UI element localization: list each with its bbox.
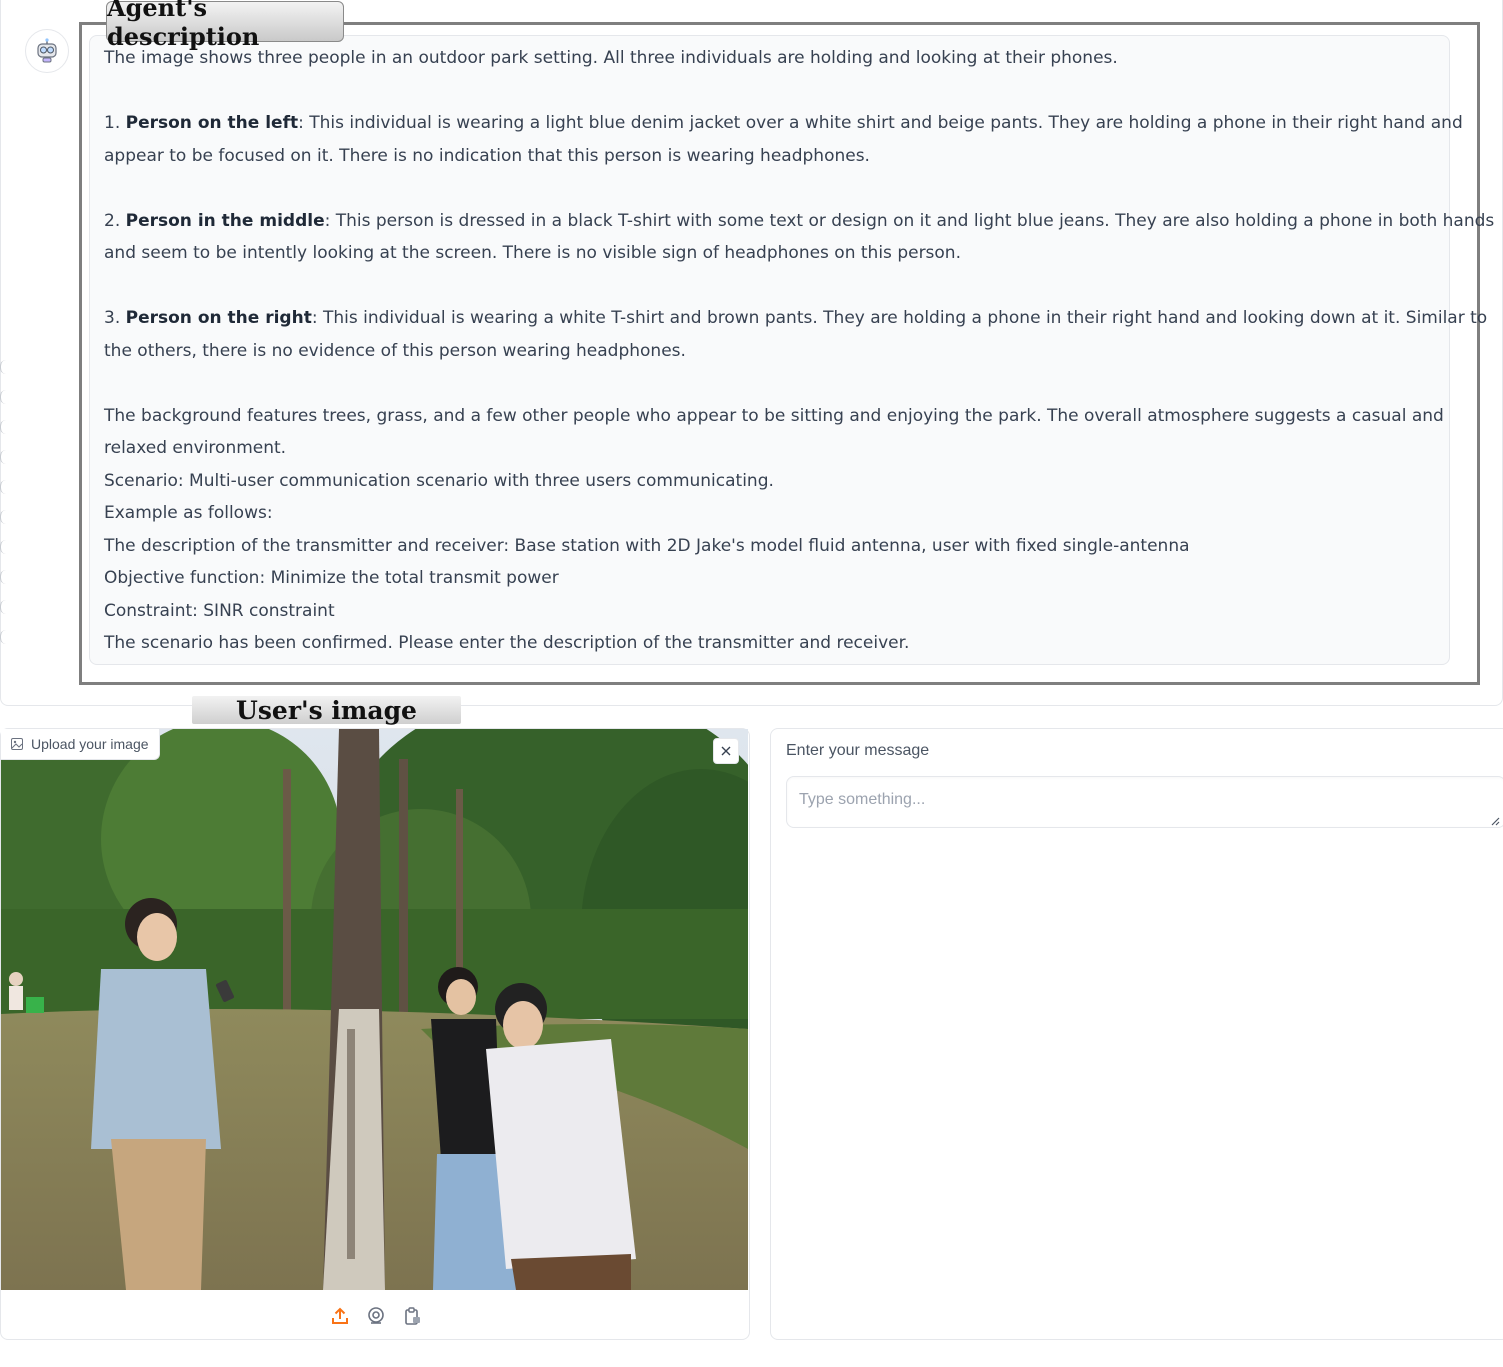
clear-image-button[interactable] — [713, 738, 739, 764]
uploaded-photo[interactable] — [1, 729, 748, 1290]
robot-avatar-icon — [37, 38, 57, 63]
constraint-text: Constraint: SINR constraint — [104, 600, 335, 621]
person-right-name: Person on the right — [125, 308, 312, 328]
person-right-line1: 3. Person on the right: This individual … — [104, 308, 1488, 328]
resize-grip-icon[interactable] — [1490, 816, 1500, 826]
background-line1: The background features trees, grass, an… — [104, 405, 1444, 426]
person-right-line2: the others, there is no evidence of this… — [104, 340, 686, 361]
person-left-name: Person on the left — [125, 113, 299, 133]
transceiver-text: The description of the transmitter and r… — [104, 535, 1190, 556]
message-label: Enter your message — [786, 742, 930, 759]
person-left-line1: 1. Person on the left: This individual i… — [104, 113, 1463, 133]
upload-icon — [332, 1307, 348, 1324]
agent-description-label: Agent's description — [106, 0, 344, 51]
message-input[interactable] — [786, 776, 1503, 828]
example-text: Example as follows: — [104, 503, 273, 523]
scenario-text: Scenario: Multi-user communication scena… — [104, 470, 774, 491]
upload-image-badge: Upload your image — [1, 729, 160, 760]
person-left-line2: appear to be focused on it. There is no … — [104, 145, 870, 166]
confirmed-text: The scenario has been confirmed. Please … — [104, 633, 910, 653]
bot-avatar — [25, 29, 69, 73]
webcam-source-button[interactable] — [362, 1302, 390, 1330]
users-image-label: User's image — [192, 696, 461, 725]
person-middle-line2: and seem to be intently looking at the s… — [104, 243, 961, 263]
image-source-bar — [326, 1302, 426, 1330]
upload-source-button[interactable] — [326, 1302, 354, 1330]
scroll-ticks — [0, 360, 8, 660]
park-photo-illustration — [1, 729, 748, 1290]
clipboard-icon — [405, 1307, 420, 1325]
close-icon — [721, 746, 731, 756]
person-middle-line1: 2. Person in the middle: This person is … — [104, 210, 1495, 231]
clipboard-source-button[interactable] — [398, 1302, 426, 1330]
image-icon — [11, 738, 23, 750]
person-middle-name: Person in the middle — [125, 210, 325, 231]
objective-text: Objective function: Minimize the total t… — [104, 568, 559, 588]
background-line2: relaxed environment. — [104, 438, 287, 458]
webcam-icon — [368, 1307, 384, 1324]
upload-badge-label: Upload your image — [31, 736, 149, 752]
bot-message: The image shows three people in an outdo… — [89, 35, 1495, 665]
